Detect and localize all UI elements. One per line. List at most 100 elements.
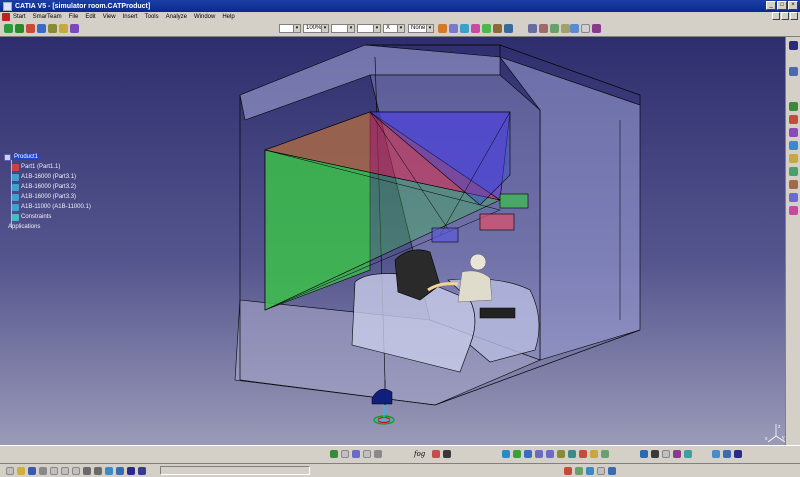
paste-icon[interactable] xyxy=(341,450,349,458)
tree-node-part3-3[interactable]: A1B-16000 (Part3.3) xyxy=(4,192,91,202)
record-icon[interactable] xyxy=(586,467,594,475)
space-analysis-icon[interactable] xyxy=(789,102,798,111)
manipulate-icon[interactable] xyxy=(37,24,46,33)
maximize-icon[interactable]: □ xyxy=(777,1,787,10)
minimize-icon[interactable]: _ xyxy=(766,1,776,10)
catalog-browser-icon[interactable] xyxy=(138,467,146,475)
update-icon[interactable] xyxy=(789,193,798,202)
macro-icon[interactable] xyxy=(374,450,382,458)
copy-icon[interactable] xyxy=(330,450,338,458)
swap-space-icon[interactable] xyxy=(601,450,609,458)
fit-all-icon[interactable] xyxy=(502,450,510,458)
normal-view-icon[interactable] xyxy=(557,450,565,458)
color-combo[interactable]: ▾ xyxy=(279,24,301,33)
menu-view[interactable]: View xyxy=(103,14,116,20)
page-icon[interactable] xyxy=(363,450,371,458)
shading-icon[interactable] xyxy=(579,450,587,458)
constraint-icon[interactable] xyxy=(789,115,798,124)
point-symbol-combo[interactable]: X ▾ xyxy=(383,24,405,33)
clash-icon[interactable] xyxy=(59,24,68,33)
transparency-combo[interactable]: 100% ▾ xyxy=(303,24,329,33)
menu-smarteam[interactable]: SmarTeam xyxy=(33,14,62,20)
video-icon[interactable] xyxy=(592,24,601,33)
doc-minimize-icon[interactable] xyxy=(772,12,780,20)
dress-up-icon[interactable] xyxy=(712,450,720,458)
new-file-icon[interactable] xyxy=(6,467,14,475)
angle-icon[interactable] xyxy=(789,180,798,189)
measure-inertia-icon[interactable] xyxy=(539,24,548,33)
tree-node-a1b-11000[interactable]: A1B-11000 (A1B-11000.1) xyxy=(4,202,91,212)
redo-icon[interactable] xyxy=(94,467,102,475)
menu-analyze[interactable]: Analyze xyxy=(166,14,187,20)
publish-icon[interactable] xyxy=(561,24,570,33)
paste-file-icon[interactable] xyxy=(72,467,80,475)
offset-icon[interactable] xyxy=(789,167,798,176)
update-all-icon[interactable] xyxy=(127,467,135,475)
hide-show-icon[interactable] xyxy=(590,450,598,458)
annotation-icon[interactable] xyxy=(550,24,559,33)
coincidence-icon[interactable] xyxy=(789,141,798,150)
product-structure-icon[interactable] xyxy=(789,67,798,76)
save-icon[interactable] xyxy=(28,467,36,475)
doc-close-icon[interactable] xyxy=(790,12,798,20)
play-icon[interactable] xyxy=(575,467,583,475)
compass-icon[interactable]: z x y xyxy=(765,422,785,444)
knowledge-icon[interactable] xyxy=(504,24,513,33)
zoom-out-icon[interactable] xyxy=(546,450,554,458)
section-icon[interactable] xyxy=(70,24,79,33)
rotate-icon[interactable] xyxy=(524,450,532,458)
tree-node-part3-2[interactable]: A1B-16000 (Part3.2) xyxy=(4,182,91,192)
tree-node-constraints[interactable]: Constraints xyxy=(4,212,91,222)
menu-insert[interactable]: Insert xyxy=(123,14,138,20)
simulation-icon[interactable] xyxy=(597,467,605,475)
scene-icon[interactable] xyxy=(734,450,742,458)
fog-label[interactable]: fog xyxy=(414,450,425,458)
properties-painter-icon[interactable] xyxy=(438,24,447,33)
reuse-pattern-icon[interactable] xyxy=(789,206,798,215)
power-input-field[interactable] xyxy=(160,466,310,475)
formula-icon[interactable] xyxy=(432,450,440,458)
new-component-icon[interactable] xyxy=(4,24,13,33)
tree-node-part1[interactable]: Part1 (Part1.1) xyxy=(4,162,91,172)
line-type-combo[interactable]: ▾ xyxy=(357,24,381,33)
line-thickness-combo[interactable]: ▾ xyxy=(331,24,355,33)
menu-tools[interactable]: Tools xyxy=(145,14,159,20)
search-icon[interactable] xyxy=(570,24,579,33)
graphic-properties-icon[interactable] xyxy=(449,24,458,33)
material-icon[interactable] xyxy=(471,24,480,33)
menu-file[interactable]: File xyxy=(69,14,79,20)
walk-mode-icon[interactable] xyxy=(651,450,659,458)
explode-view-icon[interactable] xyxy=(116,467,124,475)
whats-this-icon[interactable] xyxy=(105,467,113,475)
explode-icon[interactable] xyxy=(48,24,57,33)
catalog-icon[interactable] xyxy=(493,24,502,33)
tree-node-root[interactable]: Product1 xyxy=(4,152,91,162)
layer-combo[interactable]: None ▾ xyxy=(408,24,434,33)
render-style-icon[interactable] xyxy=(460,24,469,33)
menu-edit[interactable]: Edit xyxy=(85,14,95,20)
menu-start[interactable]: Start xyxy=(13,14,26,20)
menu-window[interactable]: Window xyxy=(194,14,215,20)
contact-icon[interactable] xyxy=(789,154,798,163)
document-icon[interactable] xyxy=(2,12,10,21)
3d-viewport[interactable]: Product1 Part1 (Part1.1) A1B-16000 (Part… xyxy=(0,37,785,445)
simulator-room-geometry[interactable] xyxy=(0,37,785,445)
pan-icon[interactable] xyxy=(513,450,521,458)
undo-icon[interactable] xyxy=(83,467,91,475)
fix-icon[interactable] xyxy=(789,128,798,137)
cut-file-icon[interactable] xyxy=(50,467,58,475)
tree-node-part3-1[interactable]: A1B-16000 (Part3.1) xyxy=(4,172,91,182)
table-icon[interactable] xyxy=(443,450,451,458)
zoom-in-icon[interactable] xyxy=(535,450,543,458)
workbench-icon[interactable] xyxy=(789,41,798,50)
stop-icon[interactable] xyxy=(564,467,572,475)
menu-help[interactable]: Help xyxy=(222,14,234,20)
copy-file-icon[interactable] xyxy=(61,467,69,475)
lights-icon[interactable] xyxy=(673,450,681,458)
camera-icon[interactable] xyxy=(684,450,692,458)
render-icon[interactable] xyxy=(723,450,731,458)
doc-restore-icon[interactable] xyxy=(781,12,789,20)
cut-icon[interactable] xyxy=(352,450,360,458)
grid-icon[interactable] xyxy=(662,450,670,458)
close-icon[interactable]: × xyxy=(788,1,798,10)
